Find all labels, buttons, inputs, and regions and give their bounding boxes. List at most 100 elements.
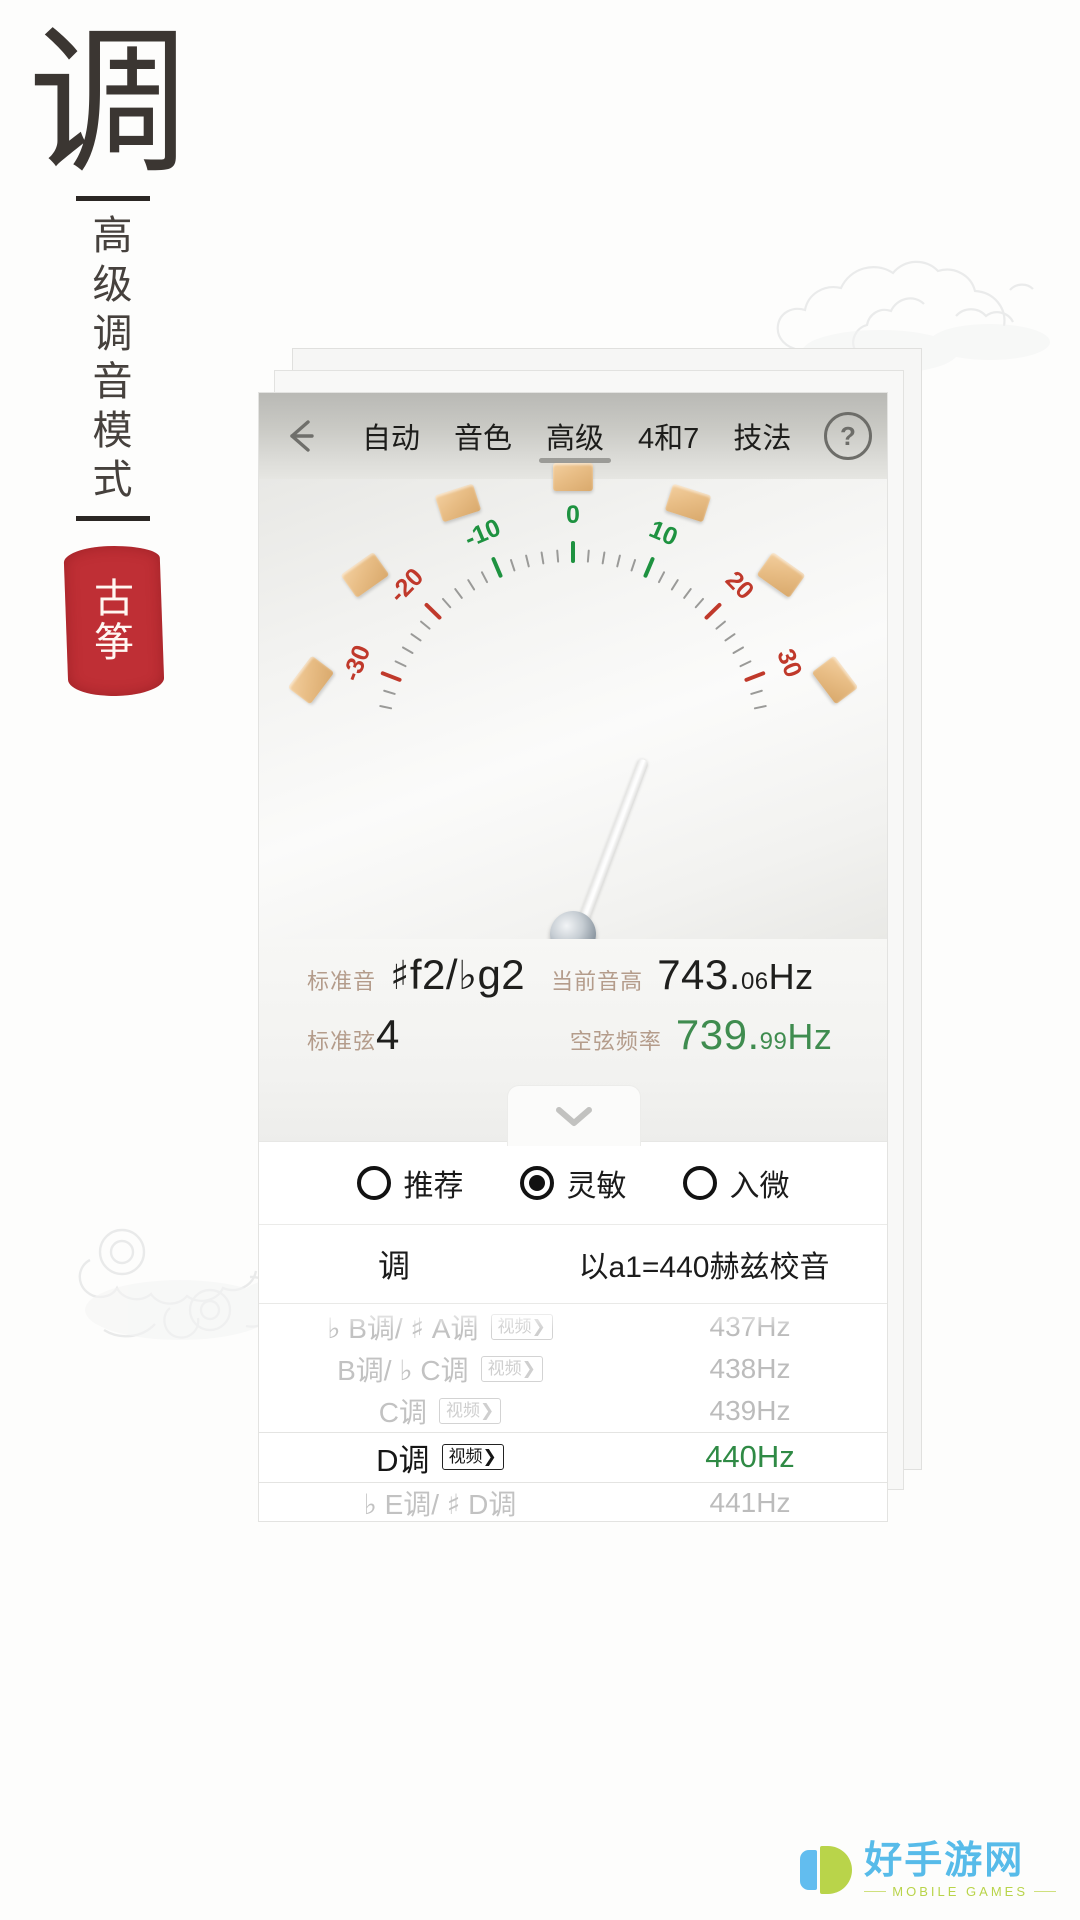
frequency-picker-column[interactable]: 435Hz436Hz437Hz438Hz439Hz440Hz441Hz442Hz… [639, 1304, 887, 1521]
gauge-tick [739, 660, 752, 668]
bridge-block [553, 463, 593, 491]
watermark-logo-icon [800, 1844, 853, 1896]
frequency-option-row[interactable]: 440Hz [639, 1432, 887, 1482]
gauge-tick [616, 554, 621, 568]
gauge-tick [424, 602, 442, 620]
frequency-option-row[interactable]: 437Hz [639, 1306, 887, 1348]
help-button[interactable]: ? [809, 412, 887, 460]
standard-pitch-flat: ♭ [458, 953, 478, 999]
gauge-tick [480, 571, 489, 584]
standard-string-value: 4 [376, 1011, 400, 1058]
gauge-tick [420, 620, 431, 630]
standard-pitch-sharp: ♯ [390, 953, 410, 999]
gauge-tick [683, 588, 692, 599]
arrow-left-icon [290, 420, 314, 452]
tab-label: 技法 [733, 423, 792, 455]
back-button[interactable] [259, 415, 345, 457]
key-frequency-picker[interactable]: A调视频❯♭ B调/ ♯ A调视频❯B调/ ♭ C调视频❯C调视频❯D调视频❯♭… [259, 1304, 887, 1521]
gauge-tick [630, 559, 637, 572]
gauge-tick [454, 588, 463, 599]
tab-technique[interactable]: 技法 [716, 393, 808, 479]
open-string-dec: 99 [759, 1028, 788, 1055]
collapse-panel-button[interactable] [507, 1085, 641, 1146]
video-badge[interactable]: 视频❯ [438, 1398, 502, 1424]
radio-circle [682, 1166, 717, 1200]
current-pitch-dec: 06 [740, 968, 769, 995]
key-picker-column[interactable]: A调视频❯♭ B调/ ♯ A调视频❯B调/ ♭ C调视频❯C调视频❯D调视频❯♭… [259, 1304, 639, 1521]
current-pitch-int: 743. [657, 951, 741, 998]
gauge-tick-label: -20 [384, 563, 429, 608]
readout-row-string: 标准弦 4 空弦频率 739. 99 Hz [259, 1005, 887, 1065]
frequency-option-label: 439Hz [709, 1395, 791, 1426]
gauge-tick [380, 671, 402, 682]
key-option-row[interactable]: ♭ B调/ ♯ A调 视频❯ [259, 1306, 639, 1348]
big-calligraphy-character: 调 [28, 15, 189, 193]
gauge-tick [410, 633, 422, 642]
tab-label: 音色 [454, 423, 513, 455]
key-option-label: B调/ ♭ C调 [337, 1354, 469, 1387]
tab-4and7[interactable]: 4和7 [621, 393, 716, 479]
red-seal-stamp: 古筝 [63, 544, 165, 698]
frequency-option-row[interactable]: 439Hz [639, 1390, 887, 1432]
radio-fine[interactable]: 入微 [682, 1161, 790, 1205]
vertical-rule-bottom [76, 516, 150, 521]
current-pitch-label: 当前音高 [551, 969, 644, 994]
key-option-label: ♭ E调/ ♯ D调 [363, 1488, 517, 1521]
key-option-label: D调 [376, 1442, 430, 1478]
key-option-row[interactable]: B调/ ♭ C调 视频❯ [259, 1348, 639, 1390]
collapse-handle-area [259, 1075, 887, 1146]
frequency-option-row[interactable]: 438Hz [639, 1348, 887, 1390]
gauge-tick [402, 646, 414, 655]
seal-text: 古筝 [66, 546, 162, 696]
sensitivity-options: 推荐 灵敏 入微 [259, 1141, 887, 1225]
key-option-label: ♭ B调/ ♯ A调 [327, 1312, 479, 1345]
gauge-ticks [379, 541, 767, 710]
radio-sensitive[interactable]: 灵敏 [519, 1161, 627, 1205]
gauge-tick [491, 557, 503, 578]
gauge-tick [441, 597, 452, 609]
decorative-left-column: 调 高级调音模式 古筝 [0, 0, 230, 820]
frequency-option-label: 438Hz [709, 1353, 791, 1384]
watermark-cn: 好手游网 [864, 1840, 1025, 1882]
picker-header-reference: 以a1=440赫兹校音 [578, 1251, 830, 1284]
key-option-row[interactable]: ♭ E调/ ♯ D调 [259, 1482, 639, 1521]
radio-recommended[interactable]: 推荐 [356, 1161, 464, 1205]
gauge-tick-label: 30 [771, 645, 807, 681]
open-string-label: 空弦频率 [569, 1029, 662, 1054]
gauge-tick [715, 620, 726, 630]
key-option-row[interactable]: D调 视频❯ [259, 1432, 639, 1482]
vertical-title-text: 高级调音模式 [76, 212, 150, 505]
gauge-tick [643, 557, 655, 578]
frequency-option-label: 441Hz [709, 1487, 791, 1518]
key-option-row[interactable]: C调 视频❯ [259, 1390, 639, 1432]
standard-pitch-label: 标准音 [307, 969, 377, 994]
site-watermark: 好手游网 MOBILE GAMES [800, 1842, 1056, 1898]
vertical-title-char-2: 调 [92, 310, 134, 356]
tuner-gauge: -30 -20 -10 0 10 20 30 [259, 463, 887, 957]
selection-line-top [259, 1432, 887, 1433]
tab-label: 高级 [546, 423, 605, 455]
gauge-tick [657, 571, 666, 584]
tab-auto[interactable]: 自动 [345, 393, 437, 479]
app-panel: 自动 音色 高级 4和7 技法 ? -30 -20 -10 0 10 20 30 标准音 ♯… [258, 392, 888, 1522]
gauge-tick-label: 20 [720, 566, 759, 605]
frequency-option-row[interactable]: 441Hz [639, 1482, 887, 1521]
watermark-text: 好手游网 MOBILE GAMES [864, 1842, 1056, 1898]
video-badge[interactable]: 视频❯ [490, 1314, 553, 1340]
standard-string-label: 标准弦 [307, 1029, 377, 1054]
video-badge[interactable]: 视频❯ [441, 1444, 504, 1470]
key-option-label: C调 [378, 1397, 427, 1428]
gauge-tick [383, 689, 396, 695]
vertical-title-char-0: 高 [92, 213, 134, 258]
vertical-rule-top [76, 196, 150, 201]
frequency-option-label: 437Hz [709, 1311, 791, 1342]
video-badge[interactable]: 视频❯ [480, 1356, 543, 1382]
vertical-title-char-5: 式 [92, 456, 134, 502]
gauge-tick [744, 671, 766, 682]
chevron-down-icon [556, 1107, 592, 1126]
gauge-tick [586, 549, 590, 563]
selection-line-bottom [259, 1482, 887, 1483]
tab-timbre[interactable]: 音色 [437, 393, 529, 479]
current-pitch-unit: Hz [768, 956, 814, 997]
gauge-tick [467, 579, 476, 591]
